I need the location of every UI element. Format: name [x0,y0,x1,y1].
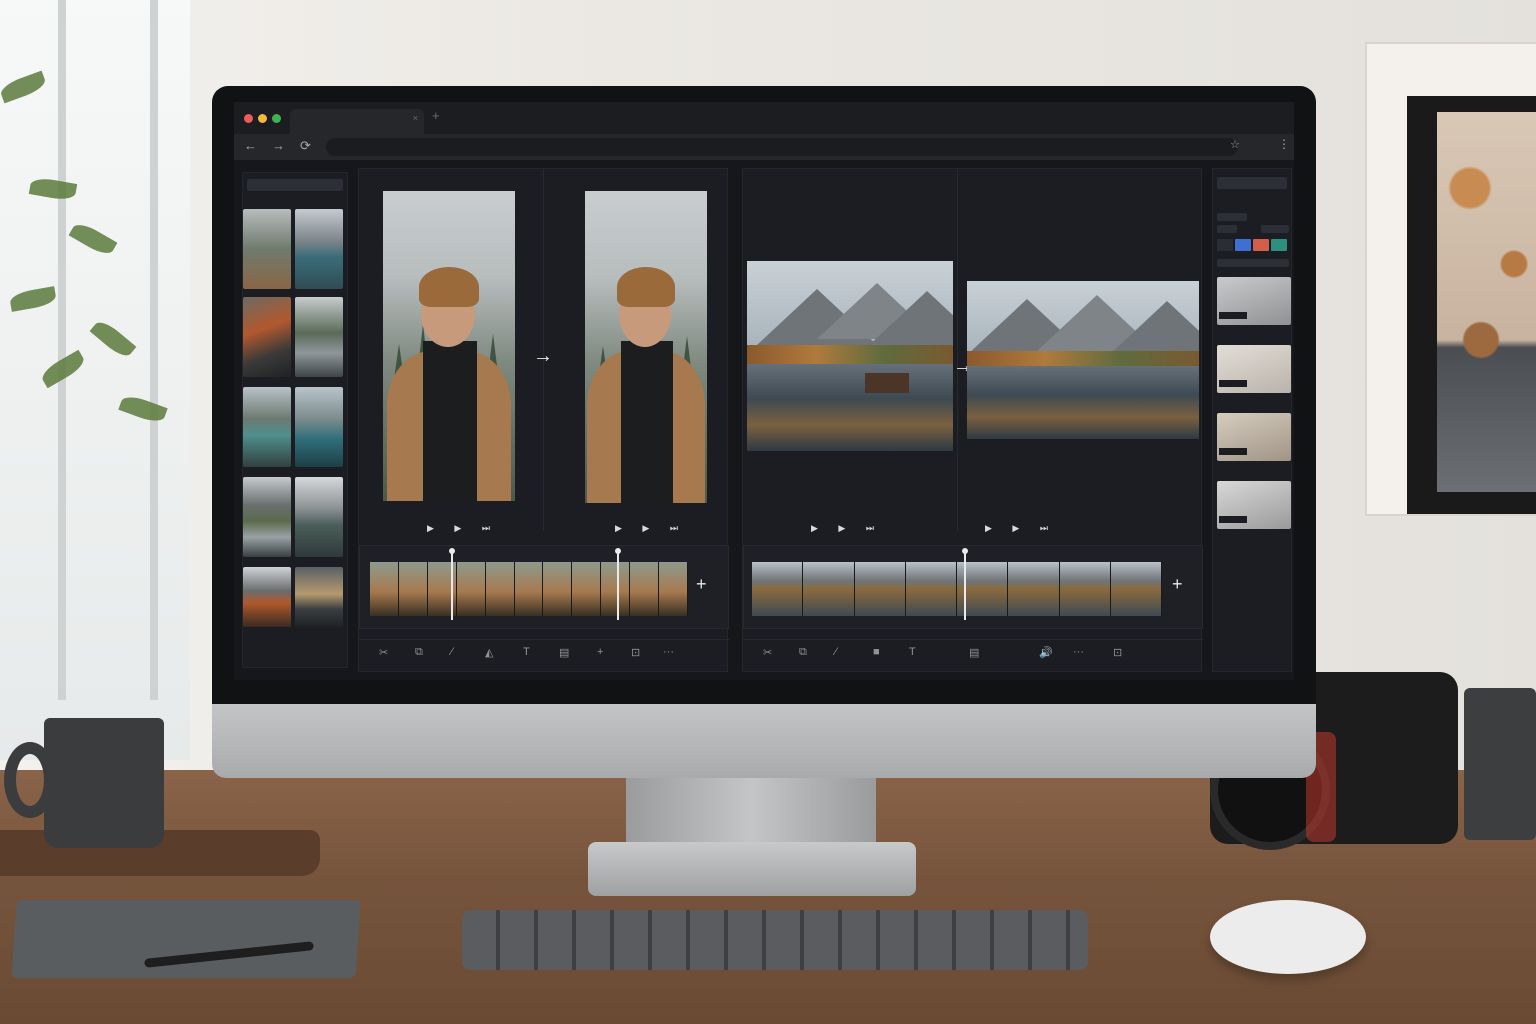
property-divider [1217,259,1289,267]
video-editor-app: → ▶ ▶ ⏭ ▶ ▶ ⏭ + ✂ ⧉ ⁄ ◭ T ▤ + ⊡ ··· → ▶ … [234,160,1294,680]
back-icon[interactable]: ← [244,138,257,153]
bookmark-star-icon[interactable]: ☆ [1230,138,1240,151]
portrait-timeline[interactable]: + [359,545,729,629]
window-mullion [150,0,158,700]
clip-filmstrip[interactable] [370,562,688,616]
property-label [1217,225,1237,233]
result-portrait-preview[interactable] [585,191,707,503]
tab-close-icon[interactable]: × [413,113,418,123]
browser-toolbar: ← → ⟳ ☆ ⋮ [234,134,1294,160]
new-tab-button[interactable]: + [432,108,440,123]
library-header [247,179,343,191]
monitor: × + ← → ⟳ ☆ ⋮ → ▶ ▶ ⏭ ▶ ▶ ⏭ + ✂ ⧉ ⁄ ◭ T … [212,86,1316,778]
media-thumbnail[interactable] [243,387,291,467]
monitor-base [588,842,916,896]
playhead[interactable] [964,550,966,620]
brush-icon[interactable]: ⁄ [451,646,453,658]
color-swatch[interactable] [1217,239,1233,251]
add-icon[interactable]: + [597,646,603,658]
clip-filmstrip[interactable] [752,562,1162,616]
media-thumbnail[interactable] [243,297,291,377]
media-thumbnail[interactable] [243,477,291,557]
media-thumbnail[interactable] [243,209,291,289]
layers-icon[interactable]: ▤ [559,646,569,659]
media-thumbnail[interactable] [295,209,343,289]
duplicate-icon[interactable]: ⧉ [799,646,807,659]
reload-icon[interactable]: ⟳ [300,138,311,154]
crop-icon[interactable]: ⊡ [631,646,640,659]
add-clip-button[interactable]: + [696,574,707,595]
transition-arrow-icon: → [533,345,553,367]
preset-card[interactable] [1217,481,1291,529]
pen-cup [1464,688,1536,840]
color-swatch[interactable] [1235,239,1251,251]
more-icon[interactable]: ··· [663,646,674,658]
source-landscape-preview[interactable] [747,261,953,451]
preview-divider [957,169,958,531]
portrait-editor-panel: → ▶ ▶ ⏭ ▶ ▶ ⏭ + ✂ ⧉ ⁄ ◭ T ▤ + ⊡ ··· [358,168,729,672]
source-player-controls[interactable]: ▶ ▶ ⏭ [811,523,883,534]
browser-tab-bar: × + [234,102,1294,134]
preset-card[interactable] [1217,413,1291,461]
playhead-handle[interactable] [962,548,968,554]
browser-menu-icon[interactable]: ⋮ [1278,137,1290,151]
portrait-edit-toolbar: ✂ ⧉ ⁄ ◭ T ▤ + ⊡ ··· [359,639,729,667]
address-input[interactable] [326,138,1238,156]
color-swatch[interactable] [1253,239,1269,251]
result-player-controls[interactable]: ▶ ▶ ⏭ [615,523,687,534]
window [0,0,190,760]
landscape-editor-panel: → ▶ ▶ ⏭ ▶ ▶ ⏭ + ✂ ⧉ ⁄ ■ T ▤ 🔊 ··· ⊡ [742,168,1203,672]
landscape-edit-toolbar: ✂ ⧉ ⁄ ■ T ▤ 🔊 ··· ⊡ [743,639,1203,667]
media-thumbnail[interactable] [295,297,343,377]
media-thumbnail[interactable] [295,387,343,467]
text-icon[interactable]: T [523,646,530,658]
add-clip-button[interactable]: + [1172,574,1183,595]
wall-art [1365,42,1536,516]
keyboard [462,910,1088,970]
source-player-controls[interactable]: ▶ ▶ ⏭ [427,523,499,534]
monitor-stand [626,778,876,848]
cut-icon[interactable]: ✂ [379,646,388,659]
brush-icon[interactable]: ⁄ [835,646,837,658]
properties-header [1217,177,1287,189]
layers-icon[interactable]: ▤ [969,646,979,659]
property-label [1261,225,1289,233]
preset-card[interactable] [1217,277,1291,325]
crop-icon[interactable]: ⊡ [1113,646,1122,659]
source-portrait-preview[interactable] [383,191,515,501]
monitor-chin [212,704,1316,778]
stop-icon[interactable]: ■ [873,646,880,658]
notebook [11,900,361,978]
window-close-button[interactable] [244,114,253,123]
window-mullion [58,0,66,700]
result-player-controls[interactable]: ▶ ▶ ⏭ [985,523,1057,534]
landscape-timeline[interactable]: + [743,545,1203,629]
playhead-handle[interactable] [449,548,455,554]
mouse [1210,900,1366,974]
volume-icon[interactable]: 🔊 [1039,646,1053,659]
result-landscape-preview[interactable] [967,281,1199,439]
window-maximize-button[interactable] [272,114,281,123]
browser-tab[interactable]: × [290,109,424,134]
forward-icon[interactable]: → [272,138,285,153]
property-label [1217,213,1247,221]
more-icon[interactable]: ··· [1073,646,1084,658]
playhead[interactable] [617,550,619,620]
playhead-handle[interactable] [615,548,621,554]
properties-panel [1212,168,1292,672]
text-icon[interactable]: T [909,646,916,658]
color-swatch[interactable] [1271,239,1287,251]
media-library-panel [242,172,348,668]
media-thumbnail[interactable] [243,567,291,627]
window-minimize-button[interactable] [258,114,267,123]
cut-icon[interactable]: ✂ [763,646,772,659]
media-thumbnail[interactable] [295,477,343,557]
mask-icon[interactable]: ◭ [485,646,493,659]
playhead[interactable] [451,550,453,620]
media-thumbnail[interactable] [295,567,343,627]
duplicate-icon[interactable]: ⧉ [415,646,423,659]
preset-card[interactable] [1217,345,1291,393]
screen: × + ← → ⟳ ☆ ⋮ → ▶ ▶ ⏭ ▶ ▶ ⏭ + ✂ ⧉ ⁄ ◭ T … [234,102,1294,680]
coffee-mug [44,718,164,848]
